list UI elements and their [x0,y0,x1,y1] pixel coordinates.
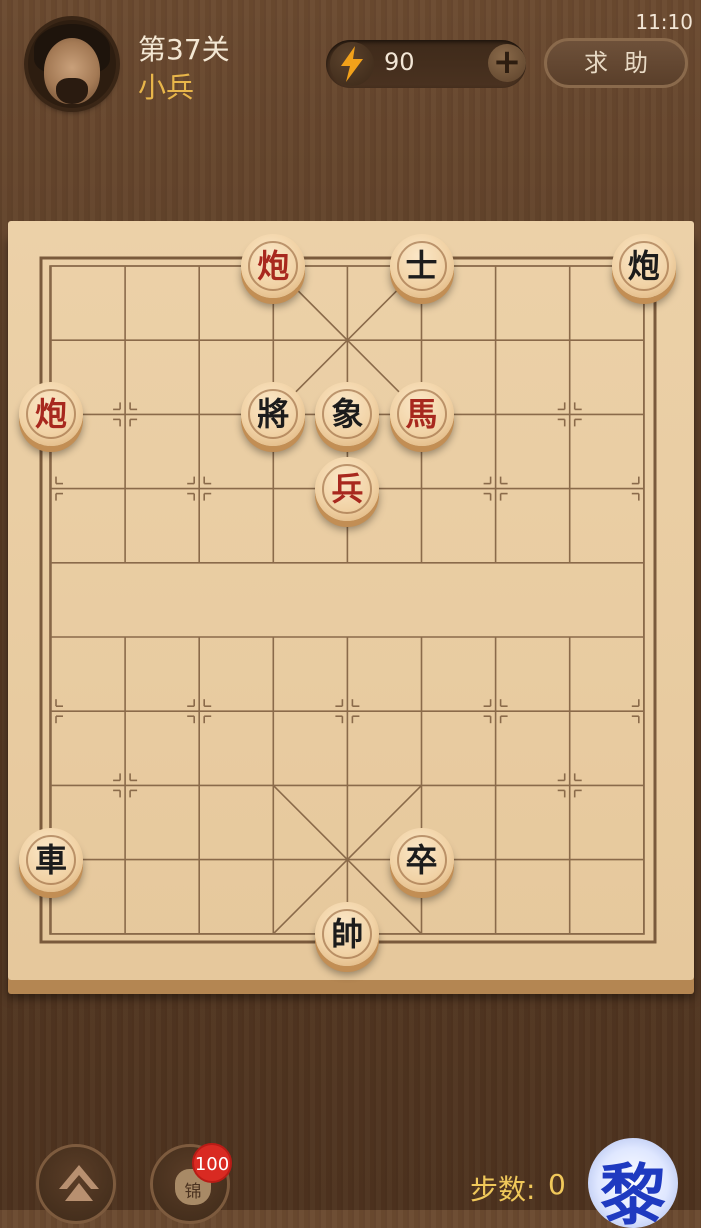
coins-badge: 100 [192,1143,232,1183]
piece-black-cannon[interactable]: 炮 [611,234,676,298]
menu-up-button[interactable] [36,1144,116,1224]
piece-label: 兵 [331,469,364,508]
piece-label: 將 [257,395,290,434]
piece-label: 車 [34,840,67,879]
piece-label: 馬 [405,395,438,434]
piece-red-cannon-2[interactable]: 炮 [19,382,83,447]
piece-label: 炮 [34,395,67,434]
piece-red-soldier[interactable]: 兵 [315,456,380,521]
piece-black-elephant[interactable]: 象 [315,382,380,447]
piece-label: 象 [331,395,364,434]
piece-red-general[interactable]: 帥 [315,901,380,966]
piece-label: 士 [405,247,438,285]
piece-black-general[interactable]: 將 [241,382,306,447]
opponent-avatar[interactable]: 黎 [588,1138,678,1228]
piece-label: 炮 [627,247,660,285]
steps-value: 0 [548,1168,566,1201]
piece-label: 炮 [257,247,290,285]
piece-black-advisor[interactable]: 士 [389,234,454,298]
piece-label: 卒 [405,840,438,879]
piece-label: 帥 [331,914,364,953]
piece-red-horse[interactable]: 馬 [389,382,454,447]
piece-black-chariot[interactable]: 車 [19,827,83,892]
steps-label: 步数: [470,1173,536,1206]
opponent-char: 黎 [600,1156,666,1228]
piece-black-soldier[interactable]: 卒 [389,827,454,892]
piece-red-cannon-1[interactable]: 炮 [241,234,306,298]
